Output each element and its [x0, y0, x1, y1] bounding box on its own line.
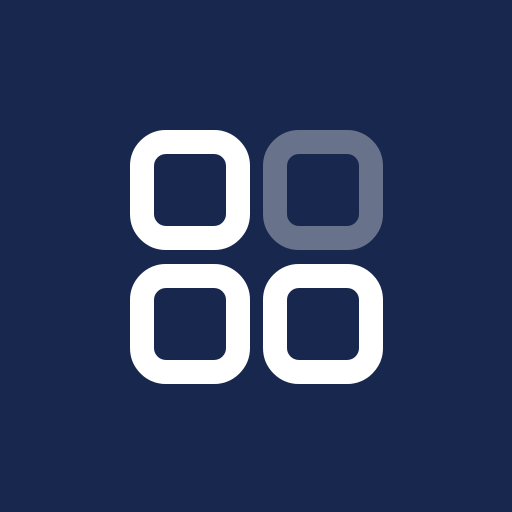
tile-bottom-right	[263, 264, 383, 384]
tile-top-right	[263, 130, 383, 250]
tile-top-left	[130, 130, 250, 250]
tile-bottom-left	[130, 264, 250, 384]
app-icon	[0, 0, 512, 512]
app-grid-icon	[0, 0, 512, 512]
